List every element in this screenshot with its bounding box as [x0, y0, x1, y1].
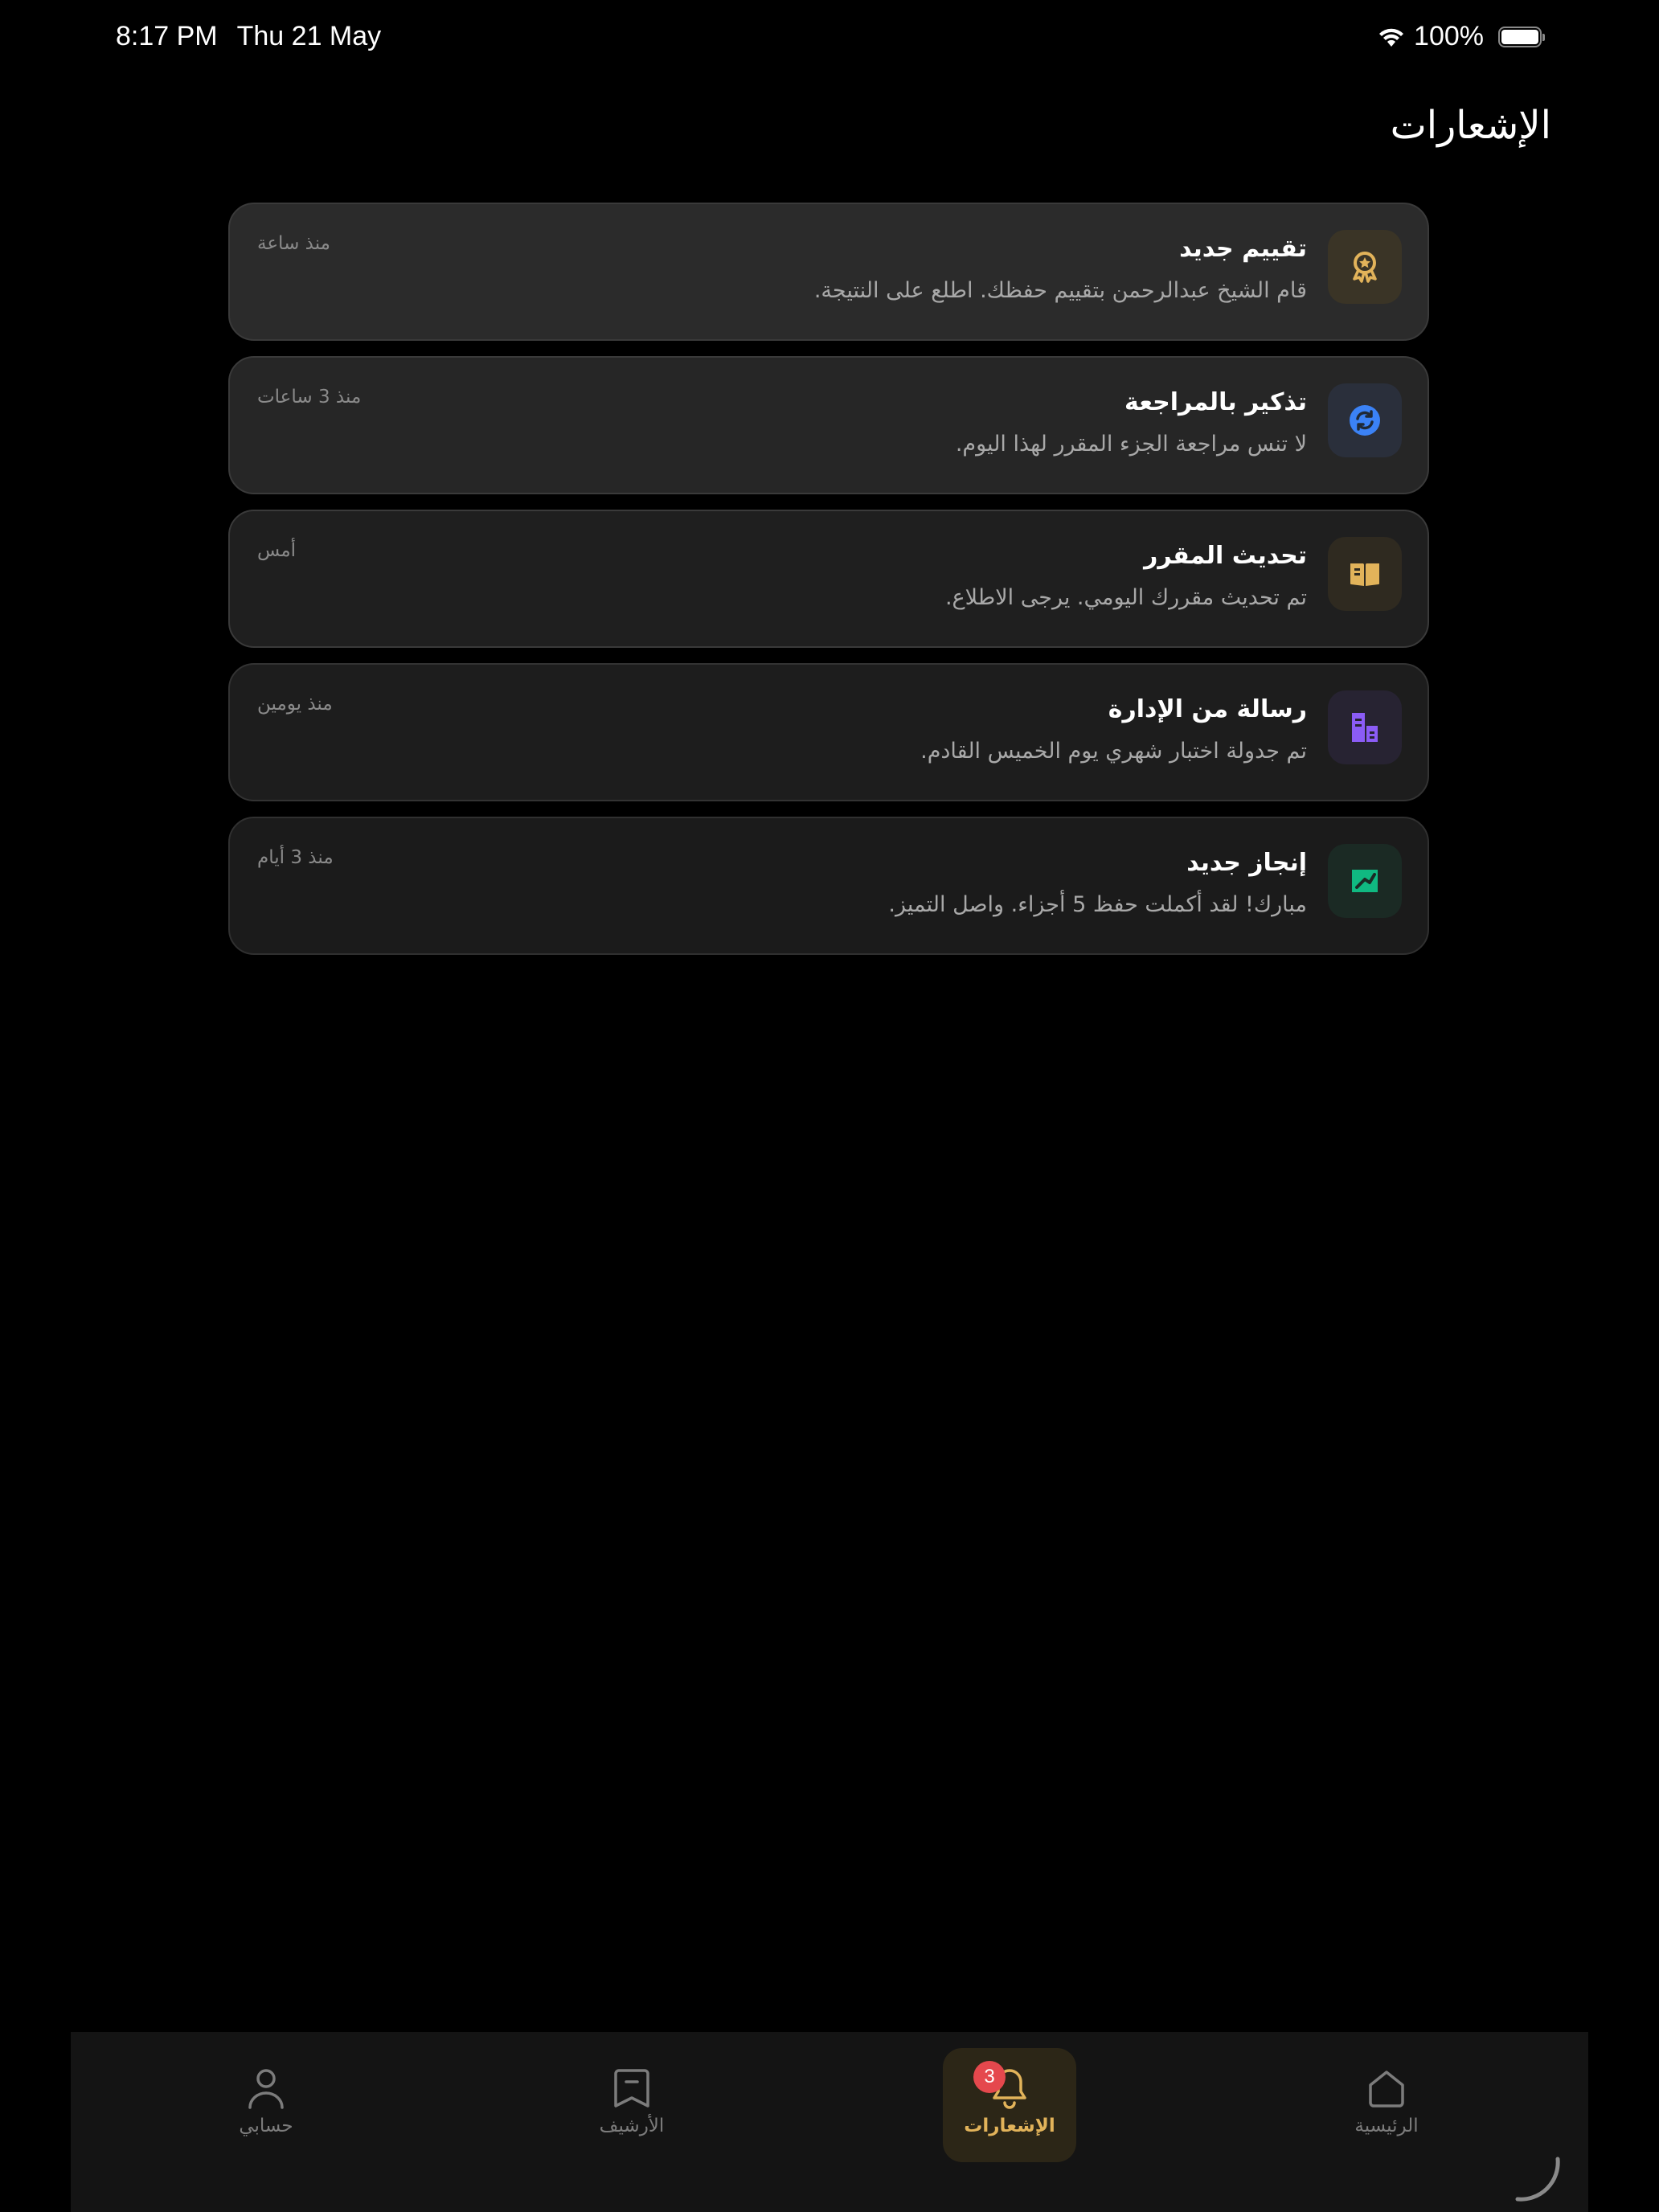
notification-title: تذكير بالمراجعة	[1124, 388, 1307, 416]
notification-count-badge: 3	[973, 2061, 1006, 2093]
notification-list: تقييم جديد قام الشيخ عبدالرحمن بتقييم حف…	[228, 203, 1429, 955]
notification-text: تحديث المقرر تم تحديث مقررك اليومي. يرجى…	[945, 540, 1307, 612]
tab-label: حسابي	[239, 2116, 293, 2136]
scroll-indicator	[1515, 2157, 1560, 2202]
notification-card[interactable]: تقييم جديد قام الشيخ عبدالرحمن بتقييم حف…	[228, 203, 1429, 341]
notification-card[interactable]: تحديث المقرر تم تحديث مقررك اليومي. يرجى…	[228, 510, 1429, 648]
notification-body: قام الشيخ عبدالرحمن بتقييم حفظك. اطلع عل…	[813, 278, 1307, 303]
notification-body: مبارك! لقد أكملت حفظ 5 أجزاء. واصل التمي…	[888, 892, 1307, 917]
tab-label: الأرشيف	[599, 2116, 665, 2136]
notification-body: لا تنس مراجعة الجزء المقرر لهذا اليوم.	[955, 432, 1307, 457]
notification-icon-container	[1328, 383, 1402, 457]
notification-title: تقييم جديد	[1179, 235, 1307, 263]
notification-body: تم تحديث مقررك اليومي. يرجى الاطلاع.	[944, 585, 1307, 610]
notification-icon-container	[1328, 690, 1402, 764]
bottom-tab-bar: حسابي الأرشيف 3 الإشعارات الرئيسية	[71, 2032, 1588, 2212]
notification-time: منذ يومين	[257, 694, 333, 715]
user-icon	[248, 2069, 284, 2109]
notification-card[interactable]: رسالة من الإدارة تم جدولة اختبار شهري يو…	[228, 663, 1429, 801]
notification-card[interactable]: تذكير بالمراجعة لا تنس مراجعة الجزء المق…	[228, 356, 1429, 494]
achievement-icon	[1352, 870, 1378, 892]
bookmark-icon	[614, 2069, 649, 2108]
admin-building-icon	[1352, 713, 1378, 742]
notification-title: رسالة من الإدارة	[1108, 695, 1307, 723]
refresh-icon	[1350, 405, 1380, 436]
open-book-icon	[1350, 563, 1379, 586]
notification-card[interactable]: إنجاز جديد مبارك! لقد أكملت حفظ 5 أجزاء.…	[228, 817, 1429, 955]
notifications-screen: 8:17 PM Thu 21 May 100% الإشعارات تقييم …	[0, 0, 1659, 2212]
notification-icon-container	[1328, 537, 1402, 611]
tab-home[interactable]: الرئيسية	[1320, 2048, 1453, 2162]
tab-archive[interactable]: الأرشيف	[565, 2048, 698, 2162]
notification-time: منذ ساعة	[257, 233, 330, 254]
tab-notifications[interactable]: 3 الإشعارات	[943, 2048, 1076, 2162]
notification-time: منذ 3 ساعات	[257, 387, 362, 408]
status-bar-right: 100%	[1377, 21, 1545, 52]
home-icon	[1369, 2071, 1404, 2108]
notification-text: إنجاز جديد مبارك! لقد أكملت حفظ 5 أجزاء.…	[888, 847, 1307, 920]
notification-icon-container	[1328, 230, 1402, 304]
award-medal-icon	[1353, 252, 1377, 283]
notification-time: أمس	[257, 540, 297, 561]
notification-title: إنجاز جديد	[1186, 849, 1307, 877]
notification-text: رسالة من الإدارة تم جدولة اختبار شهري يو…	[920, 694, 1307, 766]
status-date: Thu 21 May	[236, 21, 382, 51]
status-time: 8:17 PM	[116, 21, 218, 51]
battery-icon	[1498, 26, 1545, 47]
status-bar-left: 8:17 PM Thu 21 May	[116, 21, 381, 52]
tab-label: الرئيسية	[1354, 2116, 1419, 2136]
page-title: الإشعارات	[1390, 103, 1551, 148]
wifi-icon	[1379, 28, 1404, 47]
battery-percentage: 100%	[1414, 21, 1484, 51]
notification-text: تذكير بالمراجعة لا تنس مراجعة الجزء المق…	[956, 387, 1307, 459]
tab-label: الإشعارات	[964, 2116, 1055, 2136]
notification-text: تقييم جديد قام الشيخ عبدالرحمن بتقييم حف…	[814, 233, 1307, 305]
notification-time: منذ 3 أيام	[257, 847, 334, 868]
tab-account[interactable]: حسابي	[199, 2048, 333, 2162]
notification-title: تحديث المقرر	[1144, 542, 1307, 570]
notification-icon-container	[1328, 844, 1402, 918]
notification-body: تم جدولة اختبار شهري يوم الخميس القادم.	[920, 739, 1307, 764]
